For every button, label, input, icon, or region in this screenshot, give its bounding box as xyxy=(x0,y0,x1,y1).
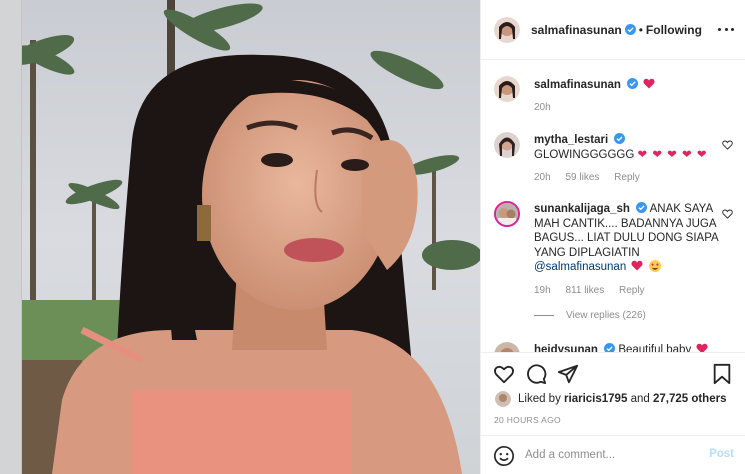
bookmark-icon[interactable] xyxy=(711,363,733,385)
liker-avatar[interactable] xyxy=(495,391,511,407)
heart-icon[interactable] xyxy=(722,209,733,219)
liked-by-username[interactable]: riaricis1795 xyxy=(564,393,627,405)
heart-icon[interactable] xyxy=(722,140,733,150)
share-icon[interactable] xyxy=(557,363,579,385)
comment-text: Beautiful baby xyxy=(618,344,692,352)
verified-badge-icon xyxy=(614,133,626,144)
mention-link[interactable]: @salmafinasunan xyxy=(534,261,626,273)
likes-count[interactable]: 27,725 others xyxy=(653,393,727,405)
caption-username[interactable]: salmafinasunan xyxy=(534,79,621,91)
caption-time: 20h xyxy=(534,102,551,113)
heart-emojis: ❤ ❤ ❤ ❤ ❤ xyxy=(637,148,708,161)
action-icons-row xyxy=(493,363,733,387)
more-options-icon[interactable] xyxy=(718,22,734,36)
verified-badge-icon xyxy=(604,343,616,352)
likes-and: and xyxy=(630,393,650,405)
red-heart-emoji-icon xyxy=(696,343,708,352)
likes-prefix: Liked by xyxy=(518,393,561,405)
comment-time: 20h xyxy=(534,172,551,183)
following-button[interactable]: Following xyxy=(646,23,702,37)
commenter-avatar[interactable] xyxy=(494,201,520,227)
post-comment-button[interactable]: Post xyxy=(709,448,734,460)
comment-icon[interactable] xyxy=(525,363,547,385)
view-replies-button[interactable]: View replies (226) xyxy=(534,310,646,321)
separator-dot: • xyxy=(638,22,643,37)
comment-item: mytha_lestari GLOWINGGGGGG ❤ ❤ ❤ ❤ ❤ 20h… xyxy=(494,132,739,183)
comment-item: heidysunan Beautiful baby xyxy=(494,342,739,352)
verified-badge-icon xyxy=(627,78,639,89)
view-replies-line xyxy=(534,315,554,316)
comment-likes[interactable]: 59 likes xyxy=(565,172,599,183)
post-actions: Liked by riaricis1795 and 27,725 others … xyxy=(481,352,745,444)
post-detail-panel: salmafinasunan • Following salmafinasuna… xyxy=(480,0,745,474)
verified-badge-icon xyxy=(624,24,636,35)
caption-avatar[interactable] xyxy=(494,76,520,102)
author-username[interactable]: salmafinasunan xyxy=(531,23,622,37)
reply-button[interactable]: Reply xyxy=(614,172,640,183)
comment-likes[interactable]: 811 likes xyxy=(565,285,604,296)
reply-button[interactable]: Reply xyxy=(619,285,645,296)
red-heart-emoji-icon xyxy=(631,260,643,271)
heart-icon[interactable] xyxy=(493,363,515,385)
commenter-username[interactable]: sunankalijaga_sh xyxy=(534,203,630,215)
emoji-icon[interactable] xyxy=(493,445,515,467)
commenter-avatar[interactable] xyxy=(494,342,520,352)
commenter-username[interactable]: mytha_lestari xyxy=(534,134,608,146)
add-comment-input[interactable] xyxy=(525,445,695,465)
red-heart-emoji-icon xyxy=(643,78,655,89)
heart-eyes-emoji-icon xyxy=(648,260,661,272)
author-avatar[interactable] xyxy=(494,16,520,43)
post-header: salmafinasunan • Following xyxy=(481,0,745,60)
caption: salmafinasunan 20h xyxy=(494,76,739,116)
comment-item: sunankalijaga_sh ANAK SAYA MAH CANTIK...… xyxy=(494,201,739,301)
likes-summary: Liked by riaricis1795 and 27,725 others xyxy=(495,391,726,407)
post-photo[interactable] xyxy=(22,0,480,474)
verified-badge-icon xyxy=(636,202,648,213)
commenter-username[interactable]: heidysunan xyxy=(534,344,598,352)
comment-text: GLOWINGGGGGG xyxy=(534,148,635,161)
post-timestamp: 20 HOURS AGO xyxy=(494,415,561,425)
comment-time: 19h xyxy=(534,285,551,296)
comments-list: salmafinasunan 20h mytha_lestari GLOWING… xyxy=(481,60,745,352)
commenter-avatar[interactable] xyxy=(494,132,520,158)
left-gray-strip xyxy=(0,0,22,474)
view-replies-label: View replies (226) xyxy=(566,310,646,321)
add-comment-bar: Post xyxy=(481,435,745,474)
